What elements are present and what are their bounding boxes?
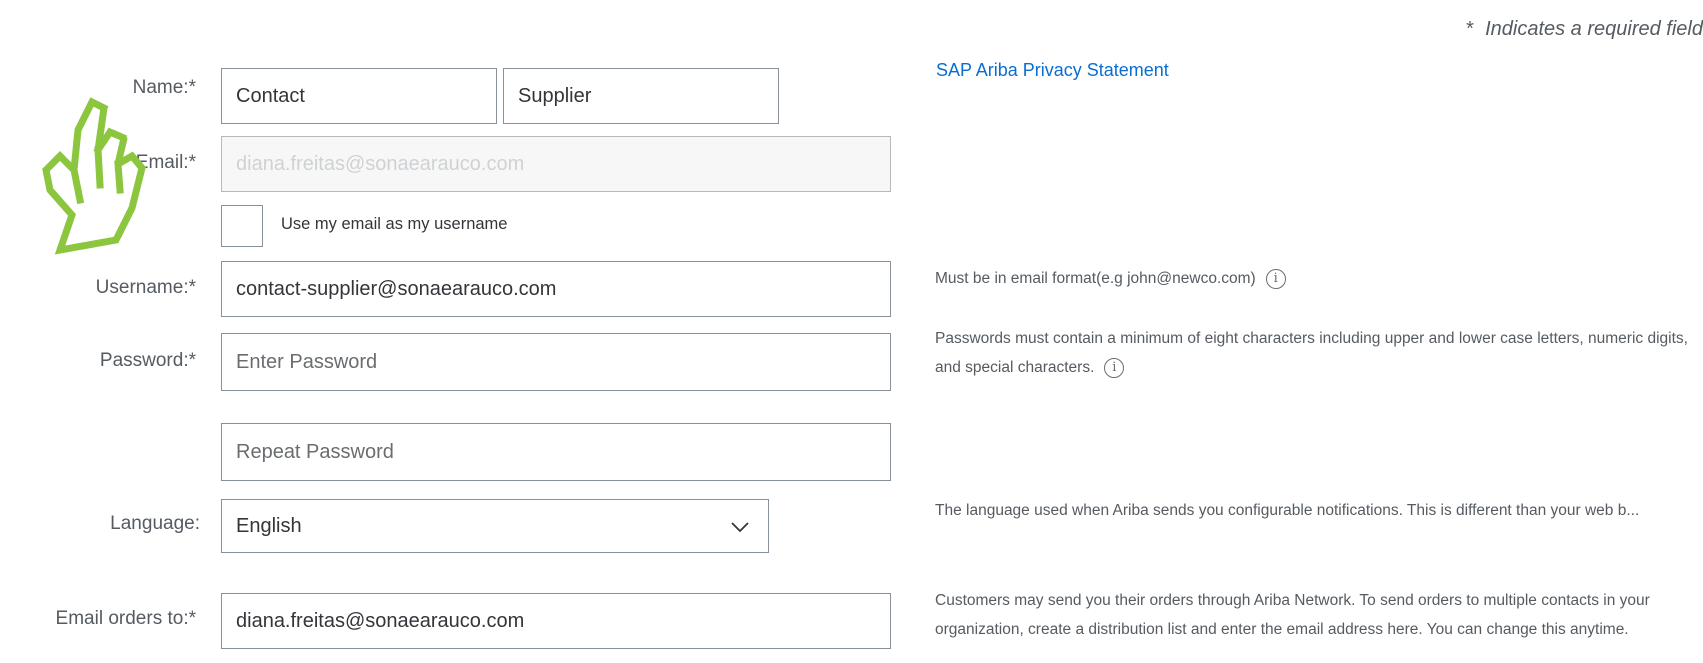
username-input[interactable]: [221, 261, 891, 317]
language-help: The language used when Ariba sends you c…: [935, 502, 1640, 519]
password-label: Password:*: [99, 350, 196, 371]
language-select[interactable]: English: [221, 499, 769, 553]
info-icon[interactable]: i: [1104, 357, 1125, 378]
required-field-note: * Indicates a required field: [1465, 18, 1703, 41]
required-note-star: *: [1465, 18, 1474, 40]
use-email-as-username-label[interactable]: Use my email as my username: [281, 215, 507, 234]
chevron-down-icon: [731, 522, 749, 533]
email-input: [221, 136, 891, 192]
hand-cursor-icon: [42, 97, 146, 255]
password-help: Passwords must contain a minimum of eigh…: [935, 330, 1688, 378]
use-email-as-username-checkbox[interactable]: [221, 205, 263, 247]
language-select-value: English: [236, 515, 302, 537]
info-icon[interactable]: i: [1265, 268, 1286, 289]
language-label: Language:: [110, 513, 200, 534]
required-note-text: Indicates a required field: [1485, 18, 1703, 40]
password-input[interactable]: [221, 333, 891, 391]
email-orders-label: Email orders to:*: [55, 608, 196, 629]
username-help: Must be in email format(e.g john@newco.c…: [935, 264, 1695, 293]
repeat-password-input[interactable]: [221, 423, 891, 481]
privacy-statement-link[interactable]: SAP Ariba Privacy Statement: [936, 60, 1169, 81]
last-name-input[interactable]: [503, 68, 779, 124]
email-orders-help: Customers may send you their orders thro…: [935, 592, 1650, 638]
first-name-input[interactable]: [221, 68, 497, 124]
username-label: Username:*: [95, 277, 196, 298]
email-orders-input[interactable]: [221, 593, 891, 649]
